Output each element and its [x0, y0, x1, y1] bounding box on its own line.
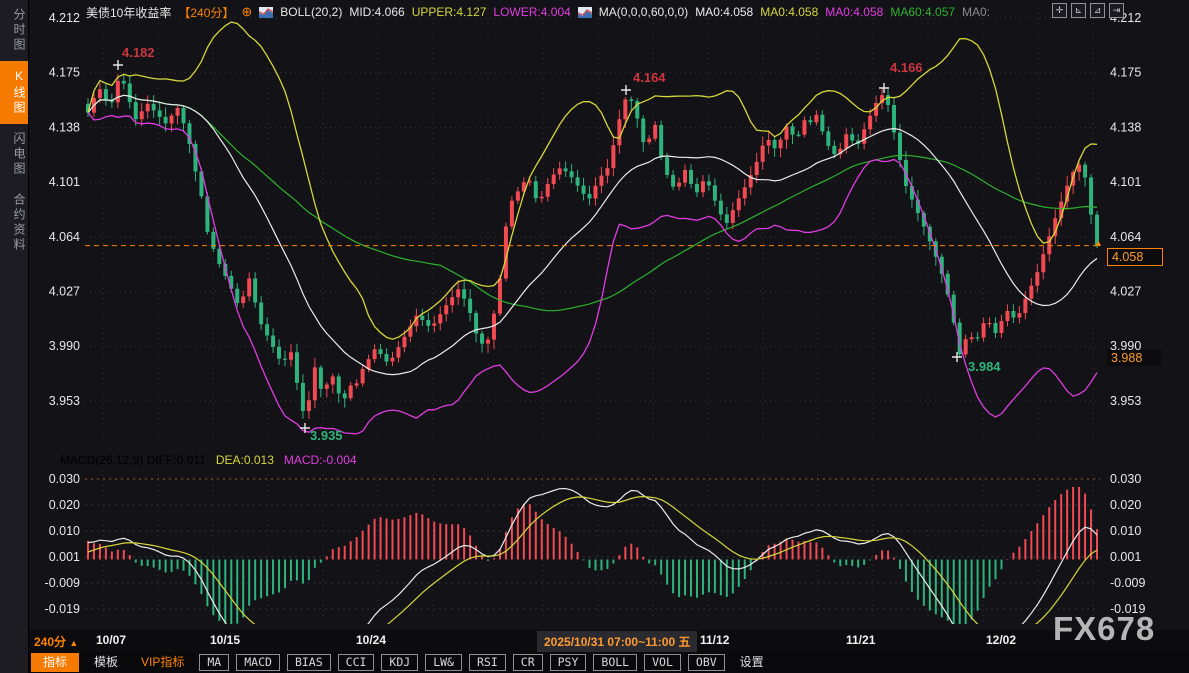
- indicator-header: 美债10年收益率 【240分】 ⊕ BOLL(20,2) MID:4.066 U…: [86, 3, 990, 21]
- svg-text:4.175: 4.175: [1110, 66, 1141, 80]
- svg-text:0.001: 0.001: [1110, 550, 1141, 564]
- sidebar-tab-2[interactable]: K线图: [0, 61, 28, 124]
- period-arrow-icon: ▲: [69, 638, 78, 648]
- svg-text:4.064: 4.064: [49, 230, 80, 244]
- svg-text:3.990: 3.990: [49, 339, 80, 353]
- toolbar-item-7[interactable]: CCI: [338, 654, 375, 671]
- svg-text:4.175: 4.175: [49, 66, 80, 80]
- toolbar-item-11[interactable]: CR: [513, 654, 543, 671]
- svg-text:0.010: 0.010: [49, 524, 80, 538]
- chart-window-icons: ✛ ⊾ ⊿ ⇥: [1052, 3, 1124, 18]
- toolbar-item-15[interactable]: OBV: [688, 654, 725, 671]
- period-tag[interactable]: 【240分】: [178, 4, 234, 21]
- ma-value-5: MA0:: [962, 5, 990, 19]
- overlay-lines-layer: [88, 22, 1097, 434]
- svg-text:4.164: 4.164: [633, 70, 666, 85]
- date-label-2: 10/15: [210, 633, 240, 647]
- date-label-4: 11/12: [700, 633, 729, 647]
- svg-text:4.212: 4.212: [49, 11, 80, 25]
- sidebar-tab-1[interactable]: 分时图: [0, 0, 28, 61]
- toolbar-item-2[interactable]: 模板: [86, 653, 126, 672]
- ma-thumbnail-icon[interactable]: [578, 7, 592, 18]
- boll-thumbnail-icon[interactable]: [259, 7, 273, 18]
- annotations-layer: 4.182 4.164 4.166 3.935 3.984: [113, 45, 1001, 443]
- svg-text:4.064: 4.064: [1110, 230, 1141, 244]
- macd-header: MACD(26,12,9) DIFF:0.011 DEA:0.013 MACD:…: [60, 453, 357, 467]
- toolbar-item-4[interactable]: MA: [199, 654, 229, 671]
- candles-layer: [86, 74, 1099, 419]
- svg-text:0.020: 0.020: [49, 498, 80, 512]
- period-selector[interactable]: 240分 ▲: [34, 633, 78, 650]
- price-marker-icon: ▲: [1094, 238, 1103, 248]
- svg-text:4.166: 4.166: [890, 60, 923, 75]
- svg-text:-0.009: -0.009: [45, 576, 80, 590]
- svg-text:4.182: 4.182: [122, 45, 155, 60]
- macd-value: MACD:-0.004: [284, 453, 357, 467]
- left-sidebar: 分时图K线图闪电图合约资料: [0, 0, 29, 673]
- svg-text:-0.019: -0.019: [45, 602, 80, 616]
- svg-text:0.020: 0.020: [1110, 498, 1141, 512]
- symbol-title: 美债10年收益率: [86, 4, 171, 21]
- svg-text:0.030: 0.030: [49, 472, 80, 486]
- sidebar-tab-3[interactable]: 闪电图: [0, 124, 28, 185]
- ma-value-1: MA0:4.058: [695, 5, 753, 19]
- svg-text:4.101: 4.101: [49, 175, 80, 189]
- toolbar-item-9[interactable]: LW&: [425, 654, 462, 671]
- svg-text:4.138: 4.138: [1110, 120, 1141, 134]
- sidebar-tab-4[interactable]: 合约资料: [0, 185, 28, 261]
- ma-values: MA0:4.058 MA0:4.058 MA0:4.058 MA60:4.057 MA0…: [695, 5, 990, 19]
- toolbar-item-8[interactable]: KDJ: [381, 654, 418, 671]
- svg-text:4.027: 4.027: [1110, 285, 1141, 299]
- date-label-6: 12/02: [986, 633, 1016, 647]
- svg-text:4.138: 4.138: [49, 120, 80, 134]
- svg-text:3.953: 3.953: [1110, 394, 1141, 408]
- ma-value-2: MA0:4.058: [760, 5, 818, 19]
- date-label-3: 10/24: [356, 633, 386, 647]
- crosshair-target-icon[interactable]: ⊕: [241, 6, 252, 18]
- toolbar-item-5[interactable]: MACD: [236, 654, 280, 671]
- macd-name-diff: MACD(26,12,9) DIFF:0.011: [60, 453, 206, 467]
- ma-name: MA(0,0,0,60,0,0): [599, 5, 688, 19]
- date-label-5: 11/21: [846, 633, 875, 647]
- watermark: FX678: [1053, 610, 1155, 648]
- svg-text:3.953: 3.953: [49, 394, 80, 408]
- date-label-1: 10/07: [96, 633, 126, 647]
- svg-text:-0.009: -0.009: [1110, 576, 1145, 590]
- svg-text:0.001: 0.001: [49, 550, 80, 564]
- pan-right-icon[interactable]: ⇥: [1109, 3, 1124, 18]
- boll-upper-value: UPPER:4.127: [412, 5, 487, 19]
- svg-text:3.935: 3.935: [310, 428, 343, 443]
- svg-text:3.984: 3.984: [968, 359, 1001, 374]
- svg-text:4.101: 4.101: [1110, 175, 1141, 189]
- macd-layer: [88, 487, 1097, 652]
- macd-dea-value: DEA:0.013: [216, 453, 274, 467]
- toolbar-item-14[interactable]: VOL: [644, 654, 681, 671]
- toolbar-item-10[interactable]: RSI: [469, 654, 506, 671]
- scale-axis-right-icon[interactable]: ⊿: [1090, 3, 1105, 18]
- indicator-toolbar: 指标模板 VIP指标 MA MACD BIAS CCI KDJ LW&RSI CR PSY BOLL…: [28, 652, 1189, 673]
- boll-name: BOLL(20,2): [280, 5, 342, 19]
- toolbar-item-3[interactable]: VIP指标: [133, 653, 192, 672]
- boll-lower-value: LOWER:4.004: [493, 5, 570, 19]
- time-axis: 240分 ▲ 2025/10/31 07:00~11:00 五 10/07 10/…: [28, 630, 1189, 652]
- ma-value-4: MA60:4.057: [890, 5, 955, 19]
- move-icon[interactable]: ✛: [1052, 3, 1067, 18]
- toolbar-item-13[interactable]: BOLL: [593, 654, 637, 671]
- reference-price-badge: 3.988: [1107, 350, 1161, 366]
- toolbar-item-1[interactable]: 指标: [31, 653, 79, 672]
- svg-text:4.027: 4.027: [49, 285, 80, 299]
- highlighted-datetime: 2025/10/31 07:00~11:00 五: [537, 631, 697, 652]
- chart-canvas[interactable]: 4.2124.2124.1754.1754.1384.1384.1014.101…: [0, 0, 1189, 652]
- toolbar-item-12[interactable]: PSY: [550, 654, 587, 671]
- current-price-badge: 4.058: [1107, 248, 1163, 266]
- toolbar-item-6[interactable]: BIAS: [287, 654, 331, 671]
- svg-text:0.030: 0.030: [1110, 472, 1141, 486]
- svg-text:0.010: 0.010: [1110, 524, 1141, 538]
- ma-value-3: MA0:4.058: [825, 5, 883, 19]
- grid-layer: 4.2124.2124.1754.1754.1384.1384.1014.101…: [45, 8, 1146, 622]
- scale-axis-left-icon[interactable]: ⊾: [1071, 3, 1086, 18]
- boll-mid-value: MID:4.066: [349, 5, 404, 19]
- toolbar-item-16[interactable]: 设置: [732, 653, 772, 672]
